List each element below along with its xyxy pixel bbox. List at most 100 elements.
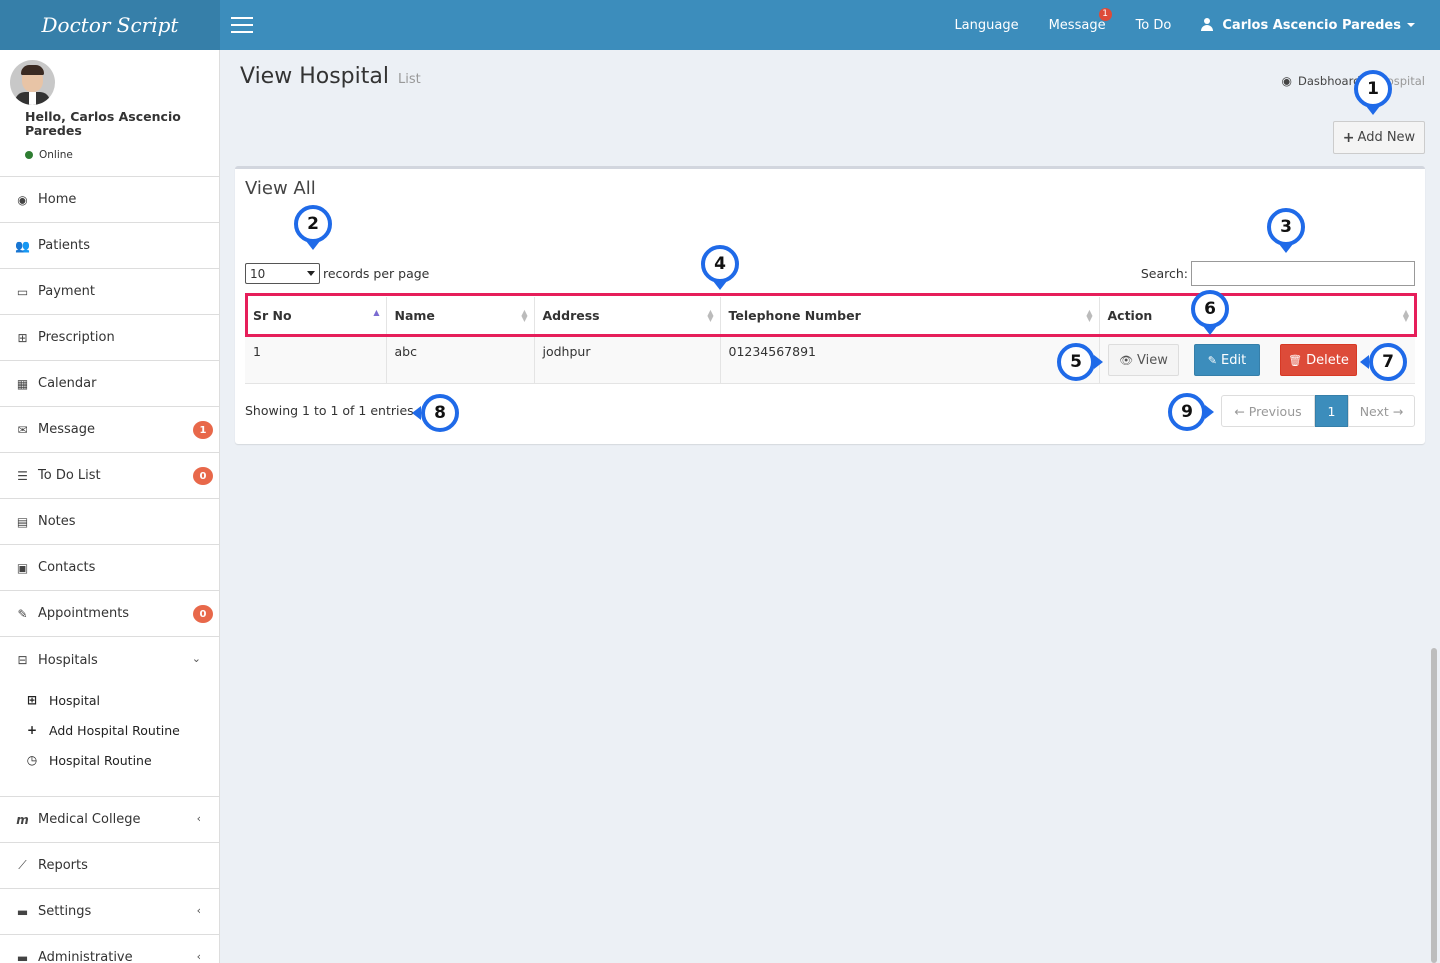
nav-right: Language Message 1 To Do Carlos Ascencio … bbox=[924, 0, 1415, 50]
sidebar-item-appointments[interactable]: ✎ Appointments 0 bbox=[0, 591, 219, 637]
app-logo[interactable]: Doctor Script bbox=[0, 0, 220, 50]
nav-message[interactable]: Message 1 bbox=[1049, 7, 1112, 33]
sidebar-item-label: To Do List bbox=[38, 468, 101, 483]
sidebar-item-administrative[interactable]: ▬ Administrative ‹ bbox=[0, 935, 219, 963]
sidebar-item-message[interactable]: ✉ Message 1 bbox=[0, 407, 219, 453]
online-status: Online bbox=[25, 149, 73, 161]
submenu-item-label: Hospital bbox=[49, 692, 101, 708]
eye-icon: 👁 bbox=[1119, 353, 1134, 367]
column-header-address[interactable]: Address ▲ ▼ bbox=[534, 297, 721, 336]
user-panel: Hello, Carlos Ascencio Paredes Online bbox=[0, 50, 219, 177]
box-title: View All bbox=[245, 178, 316, 199]
column-header-action[interactable]: Action ▲ ▼ bbox=[1099, 297, 1415, 336]
sidebar-item-medical-college[interactable]: m Medical College ‹ bbox=[0, 797, 219, 843]
sidebar-item-hospitals[interactable]: ⊟ Hospitals ⌄ bbox=[0, 637, 219, 683]
sidebar-item-label: Prescription bbox=[38, 330, 115, 345]
sidebar-item-label: Appointments bbox=[38, 606, 130, 621]
sidebar-item-patients[interactable]: 👥 Patients bbox=[0, 223, 219, 269]
sidebar-item-payment[interactable]: ▭ Payment bbox=[0, 269, 219, 315]
chevron-down-icon: ⌄ bbox=[191, 652, 201, 665]
sidebar-item-contacts[interactable]: ▣ Contacts bbox=[0, 545, 219, 591]
submenu-item-add-hospital-routine[interactable]: + Add Hospital Routine bbox=[0, 715, 219, 745]
cell-name: abc bbox=[386, 335, 535, 384]
sidebar: Hello, Carlos Ascencio Paredes Online ◉ H… bbox=[0, 50, 220, 963]
top-navbar: Doctor Script Language Message 1 To Do Ca… bbox=[0, 0, 1440, 50]
callout-9: 9 bbox=[1168, 393, 1206, 431]
chevron-left-icon: ‹ bbox=[196, 950, 201, 963]
user-name: Carlos Ascencio Paredes bbox=[1222, 17, 1401, 33]
sort-icon: ▲ ▼ bbox=[1402, 308, 1409, 323]
table-info: Showing 1 to 1 of 1 entries bbox=[245, 403, 414, 418]
submenu-item-hospital[interactable]: ⊞ Hospital bbox=[0, 685, 219, 715]
column-header-label: Action bbox=[1107, 308, 1153, 323]
page-title: View Hospital bbox=[240, 64, 389, 89]
avatar bbox=[10, 60, 55, 105]
m-icon: m bbox=[16, 812, 29, 827]
callout-pointer bbox=[412, 406, 421, 420]
sidebar-item-calendar[interactable]: ▦ Calendar bbox=[0, 361, 219, 407]
sidebar-item-label: Contacts bbox=[38, 560, 96, 575]
sidebar-item-label: Reports bbox=[38, 858, 88, 873]
hospital-icon: ⊟ bbox=[17, 653, 28, 667]
records-per-page-label: records per page bbox=[323, 266, 430, 281]
hamburger-menu-icon[interactable] bbox=[231, 17, 253, 33]
trash-icon: 🗑 bbox=[1288, 353, 1303, 367]
nav-language[interactable]: Language bbox=[954, 18, 1018, 33]
folder-icon: ▬ bbox=[16, 904, 29, 919]
envelope-icon: ✉ bbox=[17, 422, 28, 437]
nav-todo[interactable]: To Do bbox=[1136, 18, 1172, 33]
todo-badge: 0 bbox=[193, 467, 213, 485]
callout-7: 7 bbox=[1369, 343, 1407, 381]
sidebar-item-prescription[interactable]: ⊞ Prescription bbox=[0, 315, 219, 361]
folder-icon: ▬ bbox=[16, 950, 29, 963]
line-chart-icon: ⟋ bbox=[18, 858, 27, 872]
edit-button[interactable]: ✎ Edit bbox=[1194, 344, 1260, 376]
sort-icon: ▲ ▼ bbox=[521, 308, 528, 323]
column-header-sr-no[interactable]: Sr No ▲ bbox=[245, 297, 387, 336]
sort-asc-icon: ▲ bbox=[373, 308, 380, 317]
pin-icon: ✎ bbox=[17, 606, 28, 621]
calendar-icon: ▦ bbox=[16, 376, 29, 391]
pagination-next[interactable]: Next → bbox=[1348, 395, 1415, 427]
submenu-item-hospital-routine[interactable]: ◷ Hospital Routine bbox=[0, 745, 219, 775]
column-header-label: Sr No bbox=[253, 308, 292, 323]
view-button[interactable]: 👁 View bbox=[1108, 344, 1179, 376]
records-per-page-select[interactable]: 10 bbox=[245, 263, 320, 284]
content-header: View Hospital List bbox=[240, 64, 421, 89]
pagination-page-1[interactable]: 1 bbox=[1315, 395, 1348, 427]
delete-button[interactable]: 🗑 Delete bbox=[1280, 344, 1357, 376]
list-icon: ☰ bbox=[17, 468, 28, 483]
column-header-name[interactable]: Name ▲ ▼ bbox=[386, 297, 535, 336]
pagination-previous[interactable]: ← Previous bbox=[1221, 395, 1315, 427]
sidebar-item-label: Settings bbox=[38, 904, 92, 919]
breadcrumb-home[interactable]: Dasbhoard bbox=[1298, 74, 1360, 88]
online-label: Online bbox=[39, 149, 73, 161]
search-input[interactable] bbox=[1191, 261, 1415, 286]
callout-3: 3 bbox=[1267, 208, 1305, 246]
sidebar-item-notes[interactable]: ▤ Notes bbox=[0, 499, 219, 545]
cell-address: jodhpur bbox=[534, 335, 721, 384]
callout-pointer bbox=[1360, 355, 1369, 369]
callout-2: 2 bbox=[294, 205, 332, 243]
table-header-row: Sr No ▲ Name ▲ ▼ Address ▲ ▼ Telephone Number… bbox=[245, 297, 1415, 336]
sidebar-item-home[interactable]: ◉ Home bbox=[0, 177, 219, 223]
search-label: Search: bbox=[1140, 266, 1188, 281]
column-header-telephone[interactable]: Telephone Number ▲ ▼ bbox=[720, 297, 1100, 336]
sidebar-item-reports[interactable]: ⟋ Reports bbox=[0, 843, 219, 889]
hospital-icon: ⊞ bbox=[26, 693, 38, 707]
page-scrollbar[interactable] bbox=[1431, 648, 1437, 963]
search-control: Search: bbox=[1141, 261, 1415, 286]
hospitals-submenu: ⊞ Hospital + Add Hospital Routine ◷ Hospita… bbox=[0, 683, 219, 797]
sidebar-item-todo-list[interactable]: ☰ To Do List 0 bbox=[0, 453, 219, 499]
sidebar-item-settings[interactable]: ▬ Settings ‹ bbox=[0, 889, 219, 935]
message-count-badge: 1 bbox=[1098, 7, 1112, 21]
appointments-badge: 0 bbox=[193, 605, 213, 623]
records-per-page: 10 records per page bbox=[245, 263, 429, 284]
user-menu[interactable]: Carlos Ascencio Paredes bbox=[1201, 18, 1415, 33]
add-new-button[interactable]: + Add New bbox=[1333, 121, 1425, 154]
clock-icon: ◷ bbox=[26, 753, 38, 767]
pagination: ← Previous 1 Next → bbox=[1221, 395, 1415, 427]
online-dot-icon bbox=[25, 151, 33, 159]
plus-icon: + bbox=[1342, 129, 1355, 146]
sidebar-item-label: Message bbox=[38, 422, 95, 437]
